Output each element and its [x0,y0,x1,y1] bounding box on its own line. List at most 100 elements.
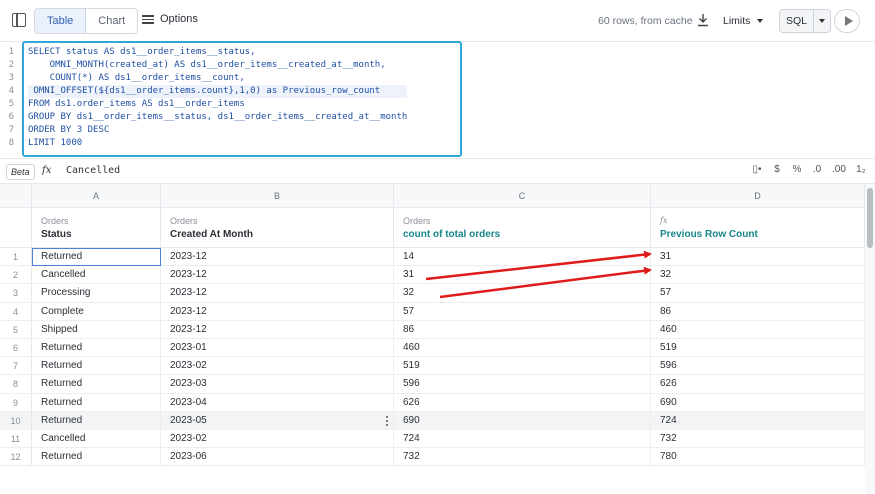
cell-status[interactable]: Cancelled [32,266,161,285]
code-line[interactable]: LIMIT 1000 [28,137,407,150]
options-button[interactable]: Options [142,13,198,25]
table-row[interactable]: 5 Shipped 2023-12 86 460 [0,320,865,339]
column-letter-a[interactable]: A [32,184,161,208]
column-header-previous-row-count[interactable]: fx Previous Row Count [651,208,865,248]
cell-count[interactable]: 519 [394,357,651,376]
cell-previous-row-count[interactable]: 57 [651,284,865,303]
cell-count[interactable]: 724 [394,430,651,448]
cell-status[interactable]: Returned [32,339,161,357]
cell-previous-row-count[interactable]: 780 [651,448,865,467]
header-field-label: count of total orders [403,229,501,240]
chevron-down-icon[interactable] [757,19,763,23]
cell-previous-row-count[interactable]: 596 [651,357,865,376]
table-row[interactable]: 4 Complete 2023-12 57 86 [0,302,865,321]
cell-status[interactable]: Returned [32,357,161,376]
table-row[interactable]: 10 Returned 2023-05 690 724 [0,411,865,430]
sidebar-toggle-icon[interactable] [12,13,26,27]
column-letter-b[interactable]: B [161,184,394,208]
cell-status[interactable]: Shipped [32,320,161,339]
cell-created-at-month[interactable]: 2023-12 [161,284,394,303]
cell-count[interactable]: 57 [394,302,651,321]
sql-mode-dropdown[interactable]: SQL [779,9,832,33]
table-row[interactable]: 8 Returned 2023-03 596 626 [0,375,865,394]
tab-chart[interactable]: Chart [86,9,137,33]
cell-status[interactable]: Returned [32,393,161,412]
cell-count[interactable]: 32 [394,284,651,303]
cell-previous-row-count[interactable]: 690 [651,393,865,412]
increase-decimal-icon[interactable]: .00 [832,164,846,175]
cell-status[interactable]: Returned [32,448,161,467]
cell-status[interactable]: Processing [32,284,161,303]
cell-created-at-month[interactable]: 2023-01 [161,339,394,357]
column-header-created-at-month[interactable]: Orders Created At Month [161,208,394,248]
cell-count[interactable]: 460 [394,339,651,357]
cell-count[interactable]: 86 [394,320,651,339]
cell-status[interactable]: Returned [32,375,161,394]
column-header-status[interactable]: Orders Status [32,208,161,248]
cell-created-at-month[interactable]: 2023-03 [161,375,394,394]
table-row[interactable]: 9 Returned 2023-04 626 690 [0,393,865,412]
code-line[interactable]: FROM ds1.order_items AS ds1__order_items [28,98,407,111]
table-row[interactable]: 7 Returned 2023-02 519 596 [0,357,865,376]
cell-count[interactable]: 31 [394,266,651,285]
currency-format-icon[interactable]: $ [772,164,782,175]
decrease-decimal-icon[interactable]: .0 [812,164,822,175]
percent-format-icon[interactable]: % [792,164,802,175]
column-letter-c[interactable]: C [394,184,651,208]
code-line[interactable]: GROUP BY ds1__order_items__status, ds1__… [28,111,407,124]
cell-count[interactable]: 732 [394,448,651,467]
number-format-icon[interactable]: 1₂ [856,164,866,175]
cell-previous-row-count[interactable]: 732 [651,430,865,448]
code-line[interactable]: COUNT(*) AS ds1__order_items__count, [28,72,407,85]
table-row[interactable]: 6 Returned 2023-01 460 519 [0,339,865,358]
code-line[interactable]: OMNI_MONTH(created_at) AS ds1__order_ite… [28,59,407,72]
cell-count[interactable]: 14 [394,248,651,266]
cell-status[interactable]: Cancelled [32,430,161,448]
sql-button[interactable]: SQL [780,10,815,32]
column-letter-d[interactable]: D [651,184,865,208]
download-icon[interactable] [697,13,709,27]
cell-created-at-month[interactable]: 2023-12 [161,248,394,266]
column-header-count[interactable]: Orders count of total orders [394,208,651,248]
vertical-scrollbar[interactable] [865,184,875,494]
formula-input[interactable]: Cancelled [66,165,120,176]
cell-previous-row-count[interactable]: 31 [651,248,865,266]
cell-created-at-month[interactable]: 2023-12 [161,302,394,321]
cell-created-at-month[interactable]: 2023-06 [161,448,394,467]
cell-created-at-month[interactable]: 2023-05 [161,411,394,430]
cell-previous-row-count[interactable]: 86 [651,302,865,321]
cell-count[interactable]: 626 [394,393,651,412]
run-query-button[interactable] [834,9,860,33]
cell-previous-row-count[interactable]: 32 [651,266,865,285]
column-insert-icon[interactable]: ▯• [752,164,762,175]
limits-button[interactable]: Limits [723,15,750,27]
cell-created-at-month[interactable]: 2023-02 [161,357,394,376]
code-lines[interactable]: SELECT status AS ds1__order_items__statu… [28,46,408,150]
code-line[interactable]: SELECT status AS ds1__order_items__statu… [28,46,407,59]
code-line-active[interactable]: OMNI_OFFSET(${ds1__order_items.count},1,… [28,85,408,98]
cell-previous-row-count[interactable]: 626 [651,375,865,394]
code-line[interactable]: ORDER BY 3 DESC [28,124,407,137]
table-row[interactable]: 11 Cancelled 2023-02 724 732 [0,430,865,449]
cell-count[interactable]: 690 [394,411,651,430]
cell-created-at-month[interactable]: 2023-04 [161,393,394,412]
cell-created-at-month[interactable]: 2023-12 [161,266,394,285]
cell-previous-row-count[interactable]: 460 [651,320,865,339]
sql-editor[interactable]: 1 2 3 4 5 6 7 8 SELECT status AS ds1__or… [0,42,875,158]
chevron-down-icon[interactable] [814,10,831,32]
scrollbar-thumb[interactable] [867,188,873,248]
cell-status[interactable]: Complete [32,302,161,321]
tab-table[interactable]: Table [35,9,87,33]
cell-count[interactable]: 596 [394,375,651,394]
cell-previous-row-count[interactable]: 724 [651,411,865,430]
table-row[interactable]: 12 Returned 2023-06 732 780 [0,448,865,467]
more-options-icon[interactable] [386,415,388,426]
cell-previous-row-count[interactable]: 519 [651,339,865,357]
table-row[interactable]: 1 Returned 2023-12 14 31 [0,248,865,267]
cell-created-at-month[interactable]: 2023-02 [161,430,394,448]
table-row[interactable]: 3 Processing 2023-12 32 57 [0,284,865,303]
cell-status[interactable]: Returned [32,411,161,430]
cell-status[interactable]: Returned [32,248,161,266]
table-row[interactable]: 2 Cancelled 2023-12 31 32 [0,266,865,285]
cell-created-at-month[interactable]: 2023-12 [161,320,394,339]
